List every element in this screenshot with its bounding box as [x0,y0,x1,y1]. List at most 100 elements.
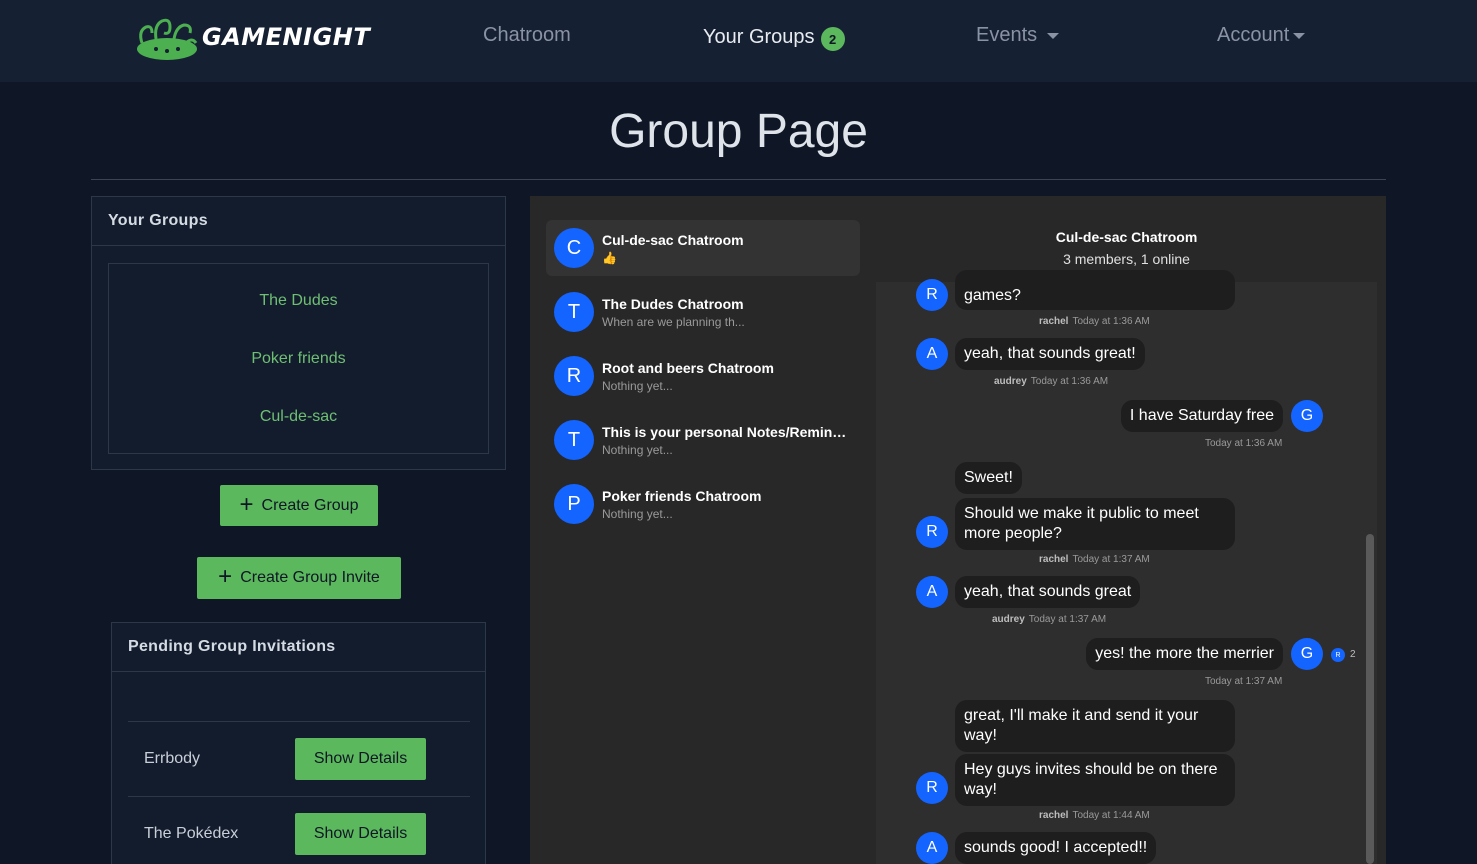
message-bubble: sounds good! I accepted!! [955,832,1157,864]
message-meta: audrey Today at 1:37 AM [992,614,1106,625]
your-groups-card: Your Groups The Dudes Poker friends Cul-… [91,196,506,470]
message-time: Today at 1:44 AM [1072,810,1150,821]
nav-chatroom[interactable]: Chatroom [483,24,571,47]
conversation-avatar: C [554,228,594,268]
message-author: audrey [994,376,1027,387]
conversation-avatar: T [554,292,594,332]
group-link-poker-friends[interactable]: Poker friends [109,350,488,368]
message-bubble: Should we make it public to meet more pe… [955,498,1235,550]
avatar: R [916,279,948,311]
nav-events-label: Events [976,24,1038,46]
invite-row: The Pokédex Show Details [128,796,470,864]
show-details-button[interactable]: Show Details [295,813,426,855]
conversation-item[interactable]: P Poker friends Chatroom Nothing yet... [546,476,860,532]
avatar: G [1291,638,1323,670]
chat-title: Cul-de-sac Chatroom [1055,229,1198,245]
message-text: great, I'll make it and send it your way… [964,707,1199,744]
invite-group-name: The Pokédex [144,825,239,842]
message-text: I have Saturday free [1129,407,1274,424]
message-meta: rachel Today at 1:36 AM [1039,316,1150,327]
message-text: Hey guys invites should be on there way! [964,761,1218,798]
group-link-cul-de-sac[interactable]: Cul-de-sac [109,408,488,426]
message-bubble-outgoing: yes! the more the merrier [1086,638,1283,670]
invite-row: Errbody Show Details [128,721,470,796]
message-scrollbar[interactable] [1366,534,1374,864]
invite-group-name: Errbody [144,750,201,767]
message-author: rachel [1039,810,1069,821]
conversation-preview: Nothing yet... [602,443,673,457]
conversation-title: This is your personal Notes/Reminders [602,424,852,440]
message-bubble: Sweet! [955,462,1022,494]
avatar: R [916,516,948,548]
create-group-label: Create Group [261,496,359,514]
message-time: Today at 1:36 AM [1030,376,1109,387]
nav-your-groups-label: Your Groups [703,26,815,48]
group-link-the-dudes[interactable]: The Dudes [109,292,488,310]
conversation-preview: Nothing yet... [602,507,673,521]
conversation-avatar: R [554,356,594,396]
gamenight-logo-icon [137,18,198,60]
message-text: yeah, that sounds great! [964,345,1136,362]
conversation-item[interactable]: C Cul-de-sac Chatroom 👍 [546,220,860,276]
show-details-button[interactable]: Show Details [295,738,426,780]
chevron-down-icon [1047,33,1060,39]
groups-count-badge: 2 [820,27,845,51]
nav-chatroom-label: Chatroom [483,24,571,46]
message-time: Today at 1:36 AM [1072,316,1150,327]
plus-icon: + [218,563,233,590]
brand-logo[interactable]: GAMENIGHT [134,13,370,61]
conversation-avatar: P [554,484,594,524]
conversation-title: Poker friends Chatroom [602,488,762,504]
message-author: rachel [1039,554,1069,565]
conversation-avatar: T [554,420,594,460]
message-meta: rachel Today at 1:37 AM [1039,554,1150,565]
message-text: Should we make it public to meet more pe… [964,505,1199,542]
pending-invitations-card: Pending Group Invitations Errbody Show D… [111,622,486,864]
chevron-down-icon [1293,33,1306,39]
message-author: audrey [992,614,1025,625]
conversation-item[interactable]: R Root and beers Chatroom Nothing yet... [546,348,860,404]
page-title: Group Page [609,105,868,158]
divider [91,179,1386,180]
message-text: yeah, that sounds great [964,583,1132,600]
create-group-button[interactable]: + Create Group [220,485,378,526]
navbar: GAMENIGHT Chatroom Your Groups 2 Events … [0,0,1477,82]
message-time: Today at 1:37 AM [1205,676,1283,687]
groups-list: The Dudes Poker friends Cul-de-sac [108,263,489,454]
plus-icon: + [239,490,254,518]
create-group-invite-button[interactable]: + Create Group Invite [197,557,401,599]
nav-account-dropdown[interactable]: Account [1217,24,1306,47]
message-text: sounds good! I accepted!! [964,839,1148,856]
message-bubble: yeah, that sounds great! [955,338,1145,370]
message-meta: rachel Today at 1:44 AM [1039,810,1150,821]
nav-events-dropdown[interactable]: Events [976,24,1060,47]
conversation-title: The Dudes Chatroom [602,296,744,312]
chat-member-status: 3 members, 1 online [1063,251,1190,267]
message-time: Today at 1:36 AM [1205,438,1283,449]
message-bubble: games? [955,270,1235,310]
nav-your-groups[interactable]: Your Groups 2 [703,24,845,51]
message-bubble: great, I'll make it and send it your way… [955,700,1235,752]
message-bubble-outgoing: I have Saturday free [1120,400,1283,432]
conversation-preview: When are we planning th... [602,315,745,329]
message-time: Today at 1:37 AM [1072,554,1150,565]
pending-invitations-header: Pending Group Invitations [112,623,485,672]
brand-name: GAMENIGHT [202,23,371,51]
nav-account-label: Account [1217,24,1290,46]
conversation-preview: 👍 [602,251,617,265]
avatar: A [916,576,948,608]
avatar: G [1291,400,1323,432]
message-text: Sweet! [964,469,1013,486]
avatar: A [916,832,948,864]
message-bubble: Hey guys invites should be on there way! [955,754,1235,806]
message-time: Today at 1:37 AM [1028,614,1107,625]
avatar: A [916,338,948,370]
conversation-item[interactable]: T The Dudes Chatroom When are we plannin… [546,284,860,340]
message-bubble: yeah, that sounds great [955,576,1141,608]
conversation-title: Root and beers Chatroom [602,360,774,376]
create-invite-label: Create Group Invite [240,569,380,586]
conversation-item[interactable]: T This is your personal Notes/Reminders … [546,412,860,468]
your-groups-header: Your Groups [92,197,505,246]
read-receipt-count: 2 [1350,649,1356,660]
avatar: R [916,772,948,804]
